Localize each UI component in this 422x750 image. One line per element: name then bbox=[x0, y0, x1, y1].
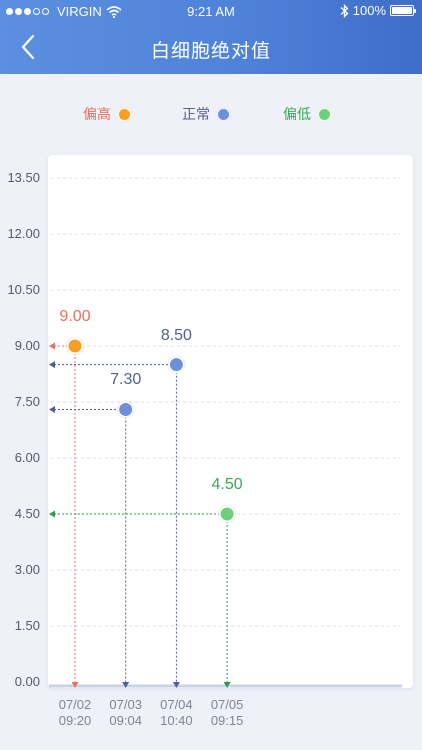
data-point bbox=[66, 337, 84, 355]
data-point bbox=[167, 356, 185, 374]
left-arrow-icon bbox=[49, 510, 55, 518]
left-arrow-icon bbox=[49, 361, 55, 369]
data-point bbox=[218, 505, 236, 523]
left-arrow-icon bbox=[49, 405, 55, 413]
data-point bbox=[117, 400, 135, 418]
left-arrow-icon bbox=[49, 342, 55, 350]
scatter-plot bbox=[49, 177, 402, 688]
